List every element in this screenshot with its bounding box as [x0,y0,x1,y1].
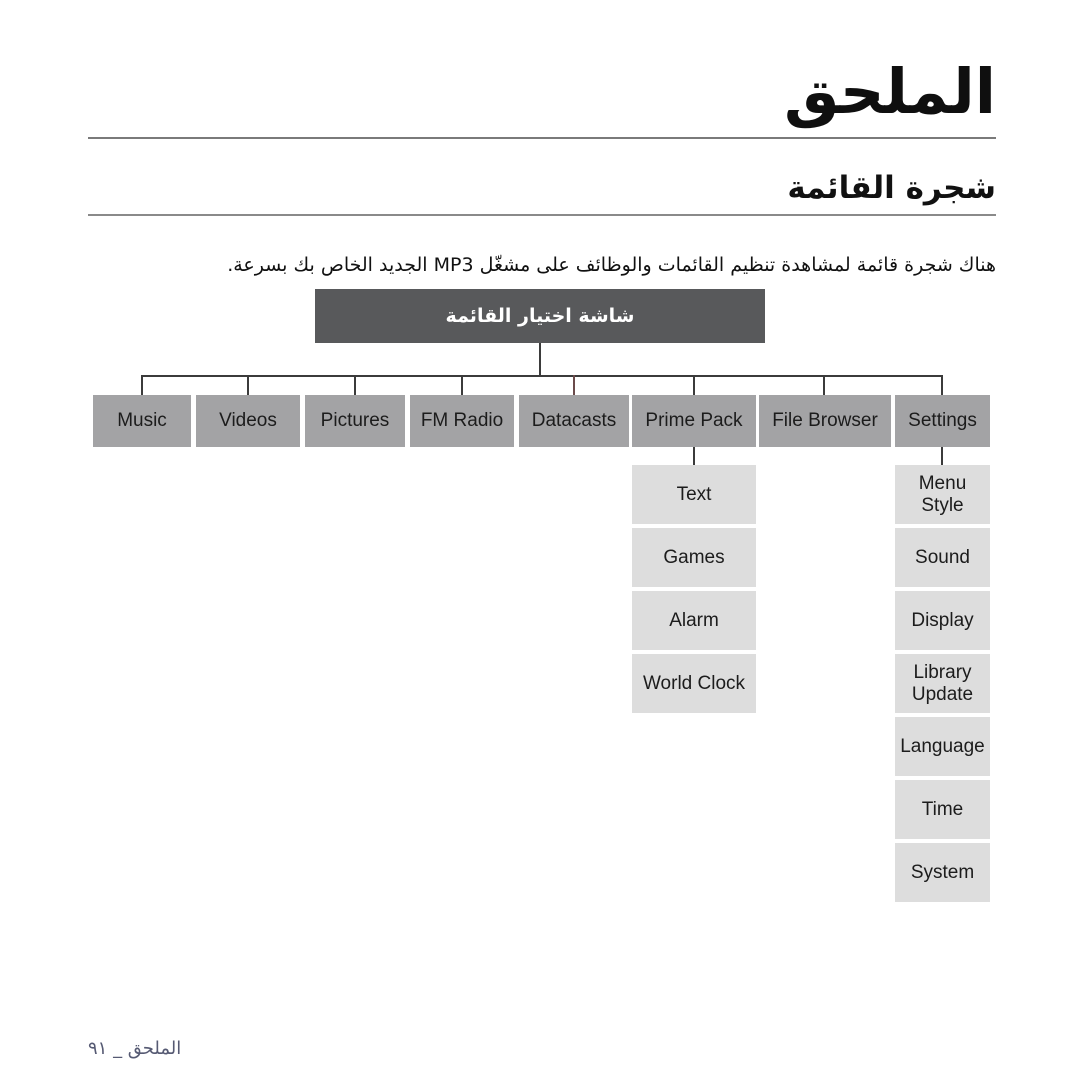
tree-node-music: Music [93,395,191,447]
connector-drop-file-browser [823,375,825,395]
connector-drop-pictures [354,375,356,395]
tree-node-settings: Settings [895,395,990,447]
page-footer: الملحق _ ٩١ [88,1038,182,1059]
connector-drop-settings [941,375,943,395]
connector-drop-videos [247,375,249,395]
connector-settings-stem [941,447,943,465]
tree-node-time: Time [895,780,990,839]
tree-node-pictures: Pictures [305,395,405,447]
connector-drop-datacasts [573,375,575,395]
tree-node-file-browser: File Browser [759,395,891,447]
tree-node-library-update: Library Update [895,654,990,713]
tree-node-language: Language [895,717,990,776]
tree-node-text: Text [632,465,756,524]
menu-tree-diagram: شاشة اختيار القائمة Music Videos Picture… [0,0,1080,1080]
connector-drop-music [141,375,143,395]
tree-root-menu-selection-screen: شاشة اختيار القائمة [315,289,765,343]
tree-node-prime-pack: Prime Pack [632,395,756,447]
connector-drop-fm-radio [461,375,463,395]
connector-level1-bus [141,375,942,377]
tree-node-fm-radio: FM Radio [410,395,514,447]
tree-node-videos: Videos [196,395,300,447]
connector-drop-prime-pack [693,375,695,395]
tree-node-menu-style: Menu Style [895,465,990,524]
connector-root-stem [539,343,541,375]
tree-node-system: System [895,843,990,902]
connector-prime-pack-stem [693,447,695,465]
tree-node-games: Games [632,528,756,587]
tree-node-alarm: Alarm [632,591,756,650]
tree-node-sound: Sound [895,528,990,587]
tree-node-display: Display [895,591,990,650]
tree-node-world-clock: World Clock [632,654,756,713]
tree-node-datacasts: Datacasts [519,395,629,447]
